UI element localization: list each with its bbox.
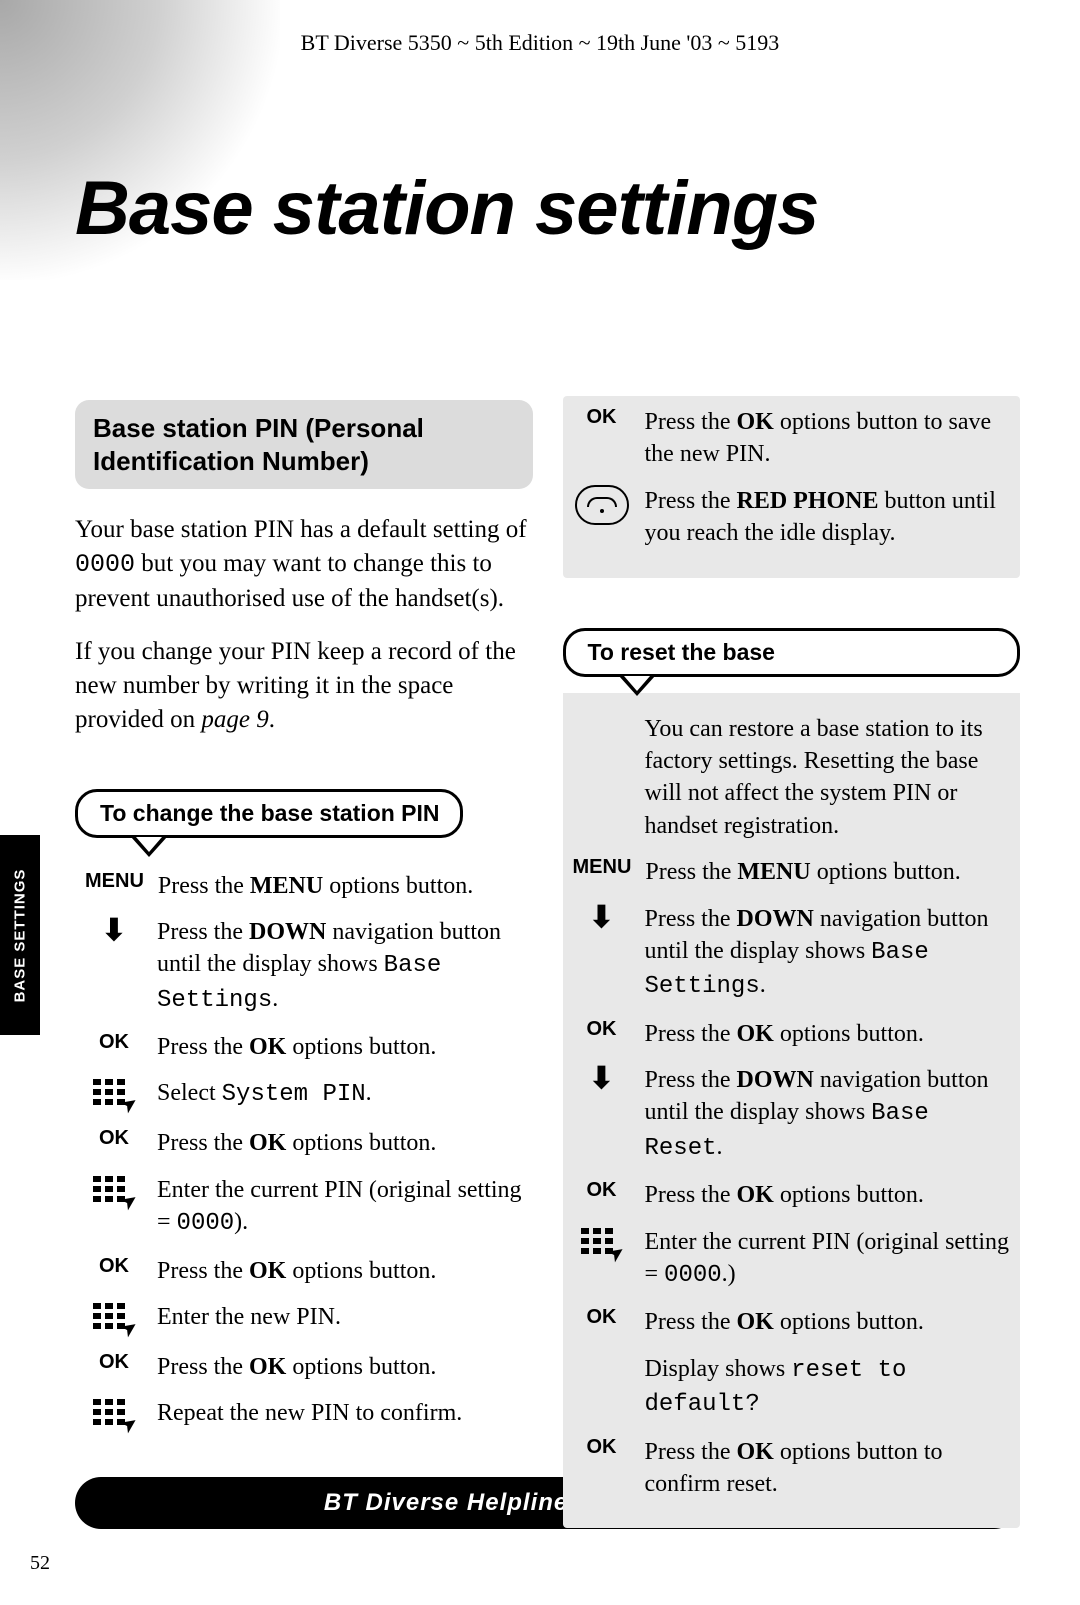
step-text: Press the MENU options button. bbox=[645, 856, 1010, 888]
keypad-icon: ➤ bbox=[85, 1301, 143, 1337]
step-row: MENU Press the MENU options button. bbox=[573, 856, 1011, 888]
step-text: Press the OK options button. bbox=[645, 1018, 1011, 1050]
down-arrow-icon: ⬇ bbox=[573, 1064, 631, 1094]
step-text: Press the RED PHONE button until you rea… bbox=[645, 485, 1011, 550]
left-column: Base station PIN (Personal Identificatio… bbox=[75, 400, 533, 1528]
step-text: Press the OK options button. bbox=[157, 1127, 523, 1159]
ok-label-icon: OK bbox=[573, 1179, 631, 1202]
callout-change-pin: To change the base station PIN bbox=[75, 789, 463, 838]
step-row: OK Press the OK options button. bbox=[573, 1306, 1011, 1338]
intro-paragraph-2: If you change your PIN keep a record of … bbox=[75, 635, 533, 736]
step-row: ⬇ Press the DOWN navigation button until … bbox=[573, 1064, 1011, 1165]
step-row: OK Press the OK options button. bbox=[85, 1255, 523, 1287]
step-text: Press the DOWN navigation button until t… bbox=[157, 916, 523, 1017]
step-text: Display shows reset to default? bbox=[645, 1353, 1011, 1422]
step-text: Enter the current PIN (original setting … bbox=[157, 1174, 523, 1241]
step-text: Press the OK options button. bbox=[645, 1306, 1011, 1338]
step-text: Press the OK options button. bbox=[157, 1255, 523, 1287]
keypad-icon: ➤ bbox=[85, 1397, 143, 1433]
step-text: Press the OK options button to save the … bbox=[645, 406, 1011, 471]
ok-label-icon: OK bbox=[85, 1127, 143, 1150]
ok-label-icon: OK bbox=[573, 1436, 631, 1459]
step-text: Repeat the new PIN to confirm. bbox=[157, 1397, 523, 1429]
step-row: ➤ Select System PIN. bbox=[85, 1077, 523, 1113]
step-text: Press the DOWN navigation button until t… bbox=[645, 903, 1011, 1004]
step-text: Select System PIN. bbox=[157, 1077, 523, 1111]
step-row: OK Press the OK options button. bbox=[85, 1031, 523, 1063]
side-tab-label: BASE SETTINGS bbox=[12, 868, 29, 1002]
step-text: Press the MENU options button. bbox=[158, 870, 523, 902]
menu-label-icon: MENU bbox=[573, 856, 632, 879]
step-row: OK Press the OK options button. bbox=[573, 1179, 1011, 1211]
section-heading-pin: Base station PIN (Personal Identificatio… bbox=[75, 400, 533, 489]
step-text: Enter the new PIN. bbox=[157, 1301, 523, 1333]
ok-label-icon: OK bbox=[85, 1031, 143, 1054]
steps-reset-base: You can restore a base station to its fa… bbox=[563, 693, 1021, 1529]
callout-pointer-icon bbox=[131, 837, 167, 857]
step-row: ➤ Enter the current PIN (original setting… bbox=[573, 1226, 1011, 1293]
step-row: OK Press the OK options button. bbox=[573, 1018, 1011, 1050]
step-row: OK Press the OK options button to confirm… bbox=[573, 1436, 1011, 1501]
right-column: OK Press the OK options button to save th… bbox=[563, 400, 1021, 1528]
step-row: OK Press the OK options button. bbox=[85, 1351, 523, 1383]
step-row: OK Press the OK options button to save th… bbox=[573, 406, 1011, 471]
step-row: Press the RED PHONE button until you rea… bbox=[573, 485, 1011, 550]
steps-continued: OK Press the OK options button to save th… bbox=[563, 396, 1021, 578]
callout-pointer-icon bbox=[619, 676, 655, 696]
step-text: Press the DOWN navigation button until t… bbox=[645, 1064, 1011, 1165]
step-row: MENU Press the MENU options button. bbox=[85, 870, 523, 902]
keypad-icon: ➤ bbox=[85, 1174, 143, 1210]
step-text: Press the OK options button. bbox=[157, 1351, 523, 1383]
down-arrow-icon: ⬇ bbox=[573, 903, 631, 933]
keypad-icon: ➤ bbox=[85, 1077, 143, 1113]
page-title: Base station settings bbox=[75, 165, 818, 252]
page-header: BT Diverse 5350 ~ 5th Edition ~ 19th Jun… bbox=[0, 30, 1080, 56]
menu-label-icon: MENU bbox=[85, 870, 144, 893]
reset-intro-text: You can restore a base station to its fa… bbox=[645, 713, 1011, 843]
steps-change-pin: MENU Press the MENU options button. ⬇ Press… bbox=[75, 854, 533, 1462]
side-tab: BASE SETTINGS bbox=[0, 835, 40, 1035]
step-text: Press the OK options button to confirm r… bbox=[645, 1436, 1011, 1501]
callout-reset-base: To reset the base bbox=[563, 628, 1021, 677]
step-text: Press the OK options button. bbox=[645, 1179, 1011, 1211]
step-row: ➤ Enter the current PIN (original setting… bbox=[85, 1174, 523, 1241]
step-text: Press the OK options button. bbox=[157, 1031, 523, 1063]
step-row: OK Press the OK options button. bbox=[85, 1127, 523, 1159]
ok-label-icon: OK bbox=[573, 1306, 631, 1329]
step-row: ➤ Enter the new PIN. bbox=[85, 1301, 523, 1337]
phone-button-icon bbox=[573, 485, 631, 525]
step-row: ➤ Repeat the new PIN to confirm. bbox=[85, 1397, 523, 1433]
step-text: Enter the current PIN (original setting … bbox=[645, 1226, 1011, 1293]
ok-label-icon: OK bbox=[573, 1018, 631, 1041]
ok-label-icon: OK bbox=[85, 1351, 143, 1374]
keypad-icon: ➤ bbox=[573, 1226, 631, 1262]
intro-paragraph-1: Your base station PIN has a default sett… bbox=[75, 513, 533, 615]
ok-label-icon: OK bbox=[573, 406, 631, 429]
down-arrow-icon: ⬇ bbox=[85, 916, 143, 946]
page-number: 52 bbox=[30, 1552, 50, 1575]
step-row: Display shows reset to default? bbox=[573, 1353, 1011, 1422]
ok-label-icon: OK bbox=[85, 1255, 143, 1278]
step-row: ⬇ Press the DOWN navigation button until … bbox=[573, 903, 1011, 1004]
step-row: ⬇ Press the DOWN navigation button until … bbox=[85, 916, 523, 1017]
